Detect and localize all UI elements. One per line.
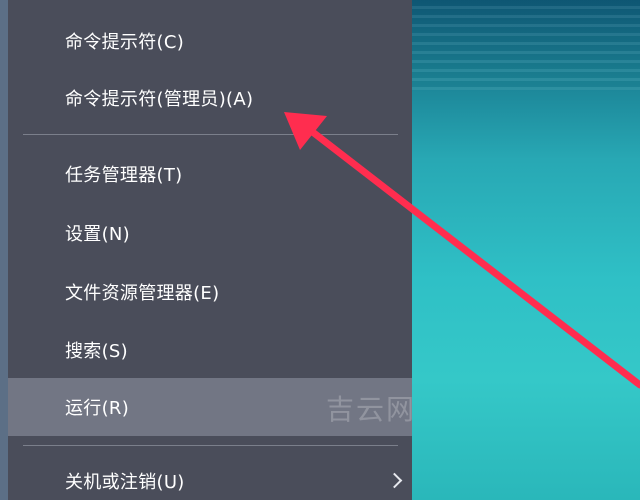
menu-item-label: 搜索(S): [65, 341, 128, 362]
menu-item-search[interactable]: 搜索(S): [8, 326, 412, 374]
menu-item-label: 关机或注销(U): [65, 472, 185, 493]
menu-item-label: 任务管理器(T): [65, 165, 183, 186]
menu-item-label: 命令提示符(管理员)(A): [65, 89, 254, 110]
menu-item-label: 命令提示符(C): [65, 32, 185, 53]
menu-item-task-manager[interactable]: 任务管理器(T): [8, 150, 412, 198]
menu-item-shutdown-signout[interactable]: 关机或注销(U): [8, 458, 412, 504]
wallpaper-water-ripple: [410, 0, 640, 90]
menu-item-file-explorer[interactable]: 文件资源管理器(E): [8, 268, 412, 316]
menu-item-run[interactable]: 运行(R): [8, 378, 412, 436]
menu-item-label: 运行(R): [65, 398, 130, 419]
chevron-right-icon: [386, 472, 403, 489]
winx-context-menu: 命令提示符(C) 命令提示符(管理员)(A) 任务管理器(T) 设置(N) 文件…: [8, 0, 412, 500]
menu-item-label: 设置(N): [65, 224, 131, 245]
menu-separator: [23, 134, 398, 135]
menu-item-label: 文件资源管理器(E): [65, 283, 220, 304]
menu-item-command-prompt-admin[interactable]: 命令提示符(管理员)(A): [8, 74, 412, 122]
menu-item-command-prompt[interactable]: 命令提示符(C): [8, 17, 412, 65]
menu-item-settings[interactable]: 设置(N): [8, 209, 412, 257]
menu-separator: [23, 445, 398, 446]
